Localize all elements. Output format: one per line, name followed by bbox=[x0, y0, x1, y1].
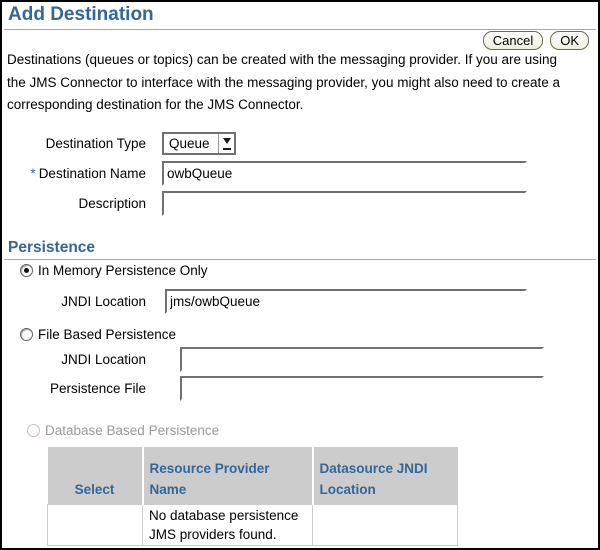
persistence-rule bbox=[4, 259, 596, 260]
table-header-row: Select Resource Provider Name Datasource… bbox=[48, 447, 458, 505]
resource-provider-column-header: Resource Provider Name bbox=[143, 447, 313, 505]
destination-name-row: *Destination Name bbox=[2, 158, 600, 188]
datasource-jndi-column-header: Datasource JNDI Location bbox=[313, 447, 458, 505]
destination-form: Destination Type Queue *Destination Name… bbox=[2, 129, 600, 218]
dropdown-triangle bbox=[223, 138, 231, 148]
action-buttons: Cancel OK bbox=[483, 31, 589, 50]
select-cell bbox=[48, 505, 143, 546]
description-input[interactable] bbox=[162, 191, 527, 216]
add-destination-page: Add Destination Cancel OK Destinations (… bbox=[0, 0, 600, 550]
jndi-location-label: JNDI Location bbox=[2, 294, 146, 309]
resource-provider-table: Select Resource Provider Name Datasource… bbox=[47, 447, 458, 546]
database-persistence-option: Database Based Persistence bbox=[27, 423, 219, 438]
chevron-down-icon[interactable] bbox=[218, 134, 234, 153]
dropdown-bar bbox=[223, 148, 231, 150]
file-based-radio-label: File Based Persistence bbox=[38, 327, 176, 342]
persistence-heading: Persistence bbox=[8, 239, 95, 257]
ok-button[interactable]: OK bbox=[550, 31, 589, 50]
page-description: Destinations (queues or topics) can be c… bbox=[7, 49, 582, 117]
in-memory-radio-label: In Memory Persistence Only bbox=[38, 263, 208, 278]
persistence-file-row: Persistence File bbox=[2, 373, 600, 403]
datasource-cell bbox=[313, 505, 458, 546]
database-radio-label: Database Based Persistence bbox=[45, 423, 219, 438]
destination-type-value: Queue bbox=[169, 136, 210, 151]
persistence-file-input[interactable] bbox=[180, 376, 544, 401]
empty-message-cell: No database persistence JMS providers fo… bbox=[143, 505, 313, 546]
destination-name-label: *Destination Name bbox=[2, 166, 146, 181]
file-based-jndi-row: JNDI Location bbox=[2, 344, 600, 374]
file-based-jndi-input[interactable] bbox=[180, 347, 544, 372]
required-asterisk: * bbox=[30, 166, 35, 181]
select-column-header: Select bbox=[48, 447, 143, 505]
file-jndi-location-label: JNDI Location bbox=[2, 352, 146, 367]
cancel-button[interactable]: Cancel bbox=[483, 31, 543, 50]
destination-type-select[interactable]: Queue bbox=[162, 132, 236, 155]
destination-type-row: Destination Type Queue bbox=[2, 129, 600, 158]
description-label: Description bbox=[2, 196, 146, 211]
file-based-radio[interactable] bbox=[20, 328, 33, 341]
description-row: Description bbox=[2, 188, 600, 218]
destination-type-label: Destination Type bbox=[2, 136, 146, 151]
in-memory-jndi-input[interactable] bbox=[165, 289, 527, 314]
database-radio bbox=[27, 424, 40, 437]
destination-name-input[interactable] bbox=[162, 161, 527, 186]
table-row: No database persistence JMS providers fo… bbox=[48, 505, 458, 546]
in-memory-jndi-row: JNDI Location bbox=[2, 286, 600, 316]
file-based-persistence-option: File Based Persistence bbox=[20, 327, 176, 342]
in-memory-radio[interactable] bbox=[20, 264, 33, 277]
in-memory-persistence-option: In Memory Persistence Only bbox=[20, 263, 208, 278]
page-title: Add Destination bbox=[8, 4, 154, 26]
persistence-file-label: Persistence File bbox=[2, 381, 146, 396]
title-rule bbox=[4, 29, 596, 30]
